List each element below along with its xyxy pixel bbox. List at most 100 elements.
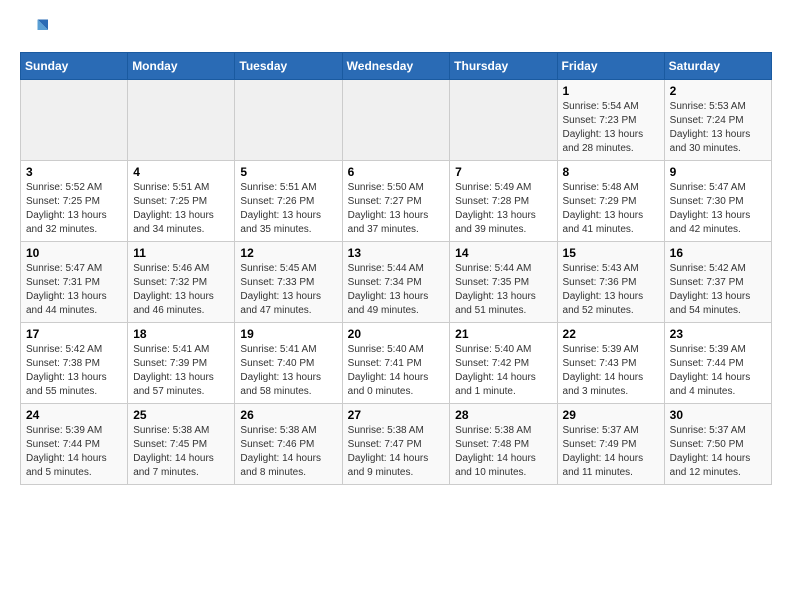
calendar-cell: 1 Sunrise: 5:54 AMSunset: 7:23 PMDaylight… bbox=[557, 80, 664, 161]
day-info: Sunrise: 5:51 AMSunset: 7:25 PMDaylight:… bbox=[133, 181, 229, 237]
calendar-week-row: 10 Sunrise: 5:47 AMSunset: 7:31 PMDayligh… bbox=[21, 242, 772, 323]
day-info: Sunrise: 5:54 AMSunset: 7:23 PMDaylight:… bbox=[563, 100, 659, 156]
calendar-cell: 12 Sunrise: 5:45 AMSunset: 7:33 PMDayligh… bbox=[235, 242, 342, 323]
calendar-cell: 9 Sunrise: 5:47 AMSunset: 7:30 PMDaylight… bbox=[664, 161, 771, 242]
calendar-table: SundayMondayTuesdayWednesdayThursdayFrid… bbox=[20, 52, 772, 485]
day-info: Sunrise: 5:37 AMSunset: 7:49 PMDaylight:… bbox=[563, 424, 659, 480]
logo bbox=[20, 16, 52, 44]
calendar-cell: 22 Sunrise: 5:39 AMSunset: 7:43 PMDayligh… bbox=[557, 323, 664, 404]
calendar-cell bbox=[235, 80, 342, 161]
day-number: 9 bbox=[670, 165, 766, 179]
calendar-cell: 18 Sunrise: 5:41 AMSunset: 7:39 PMDayligh… bbox=[128, 323, 235, 404]
weekday-header-thursday: Thursday bbox=[450, 53, 557, 80]
day-info: Sunrise: 5:39 AMSunset: 7:43 PMDaylight:… bbox=[563, 343, 659, 399]
calendar-cell: 21Sunrise: 5:40 AMSunset: 7:42 PMDayligh… bbox=[450, 323, 557, 404]
calendar-week-row: 17 Sunrise: 5:42 AMSunset: 7:38 PMDayligh… bbox=[21, 323, 772, 404]
day-number: 7 bbox=[455, 165, 551, 179]
calendar-cell: 16 Sunrise: 5:42 AMSunset: 7:37 PMDayligh… bbox=[664, 242, 771, 323]
day-number: 1 bbox=[563, 84, 659, 98]
day-number: 21 bbox=[455, 327, 551, 341]
weekday-header-saturday: Saturday bbox=[664, 53, 771, 80]
day-number: 13 bbox=[348, 246, 445, 260]
calendar-body: 1 Sunrise: 5:54 AMSunset: 7:23 PMDaylight… bbox=[21, 80, 772, 485]
day-number: 5 bbox=[240, 165, 336, 179]
day-number: 12 bbox=[240, 246, 336, 260]
calendar-cell: 8Sunrise: 5:48 AMSunset: 7:29 PMDaylight… bbox=[557, 161, 664, 242]
day-info: Sunrise: 5:39 AMSunset: 7:44 PMDaylight:… bbox=[670, 343, 766, 399]
day-number: 28 bbox=[455, 408, 551, 422]
day-info: Sunrise: 5:41 AMSunset: 7:39 PMDaylight:… bbox=[133, 343, 229, 399]
day-number: 27 bbox=[348, 408, 445, 422]
day-info: Sunrise: 5:47 AMSunset: 7:30 PMDaylight:… bbox=[670, 181, 766, 237]
day-number: 3 bbox=[26, 165, 122, 179]
day-number: 24 bbox=[26, 408, 122, 422]
day-info: Sunrise: 5:51 AMSunset: 7:26 PMDaylight:… bbox=[240, 181, 336, 237]
calendar-cell: 24 Sunrise: 5:39 AMSunset: 7:44 PMDayligh… bbox=[21, 404, 128, 485]
day-info: Sunrise: 5:38 AMSunset: 7:48 PMDaylight:… bbox=[455, 424, 551, 480]
calendar-cell: 27 Sunrise: 5:38 AMSunset: 7:47 PMDayligh… bbox=[342, 404, 450, 485]
day-info: Sunrise: 5:40 AMSunset: 7:41 PMDaylight:… bbox=[348, 343, 445, 399]
calendar-cell: 28 Sunrise: 5:38 AMSunset: 7:48 PMDayligh… bbox=[450, 404, 557, 485]
calendar-cell bbox=[21, 80, 128, 161]
weekday-header-friday: Friday bbox=[557, 53, 664, 80]
calendar-cell: 14Sunrise: 5:44 AMSunset: 7:35 PMDayligh… bbox=[450, 242, 557, 323]
weekday-header-wednesday: Wednesday bbox=[342, 53, 450, 80]
day-number: 6 bbox=[348, 165, 445, 179]
calendar-cell: 10 Sunrise: 5:47 AMSunset: 7:31 PMDayligh… bbox=[21, 242, 128, 323]
day-number: 11 bbox=[133, 246, 229, 260]
day-number: 8 bbox=[563, 165, 659, 179]
calendar-cell: 15 Sunrise: 5:43 AMSunset: 7:36 PMDayligh… bbox=[557, 242, 664, 323]
day-number: 30 bbox=[670, 408, 766, 422]
page-header bbox=[20, 16, 772, 44]
day-number: 15 bbox=[563, 246, 659, 260]
logo-icon bbox=[20, 16, 48, 44]
day-number: 29 bbox=[563, 408, 659, 422]
weekday-header-tuesday: Tuesday bbox=[235, 53, 342, 80]
calendar-header-row: SundayMondayTuesdayWednesdayThursdayFrid… bbox=[21, 53, 772, 80]
calendar-cell: 29 Sunrise: 5:37 AMSunset: 7:49 PMDayligh… bbox=[557, 404, 664, 485]
calendar-cell bbox=[128, 80, 235, 161]
weekday-header-monday: Monday bbox=[128, 53, 235, 80]
day-number: 22 bbox=[563, 327, 659, 341]
day-number: 26 bbox=[240, 408, 336, 422]
day-info: Sunrise: 5:53 AMSunset: 7:24 PMDaylight:… bbox=[670, 100, 766, 156]
day-number: 25 bbox=[133, 408, 229, 422]
calendar-cell: 17 Sunrise: 5:42 AMSunset: 7:38 PMDayligh… bbox=[21, 323, 128, 404]
calendar-cell: 19 Sunrise: 5:41 AMSunset: 7:40 PMDayligh… bbox=[235, 323, 342, 404]
day-info: Sunrise: 5:50 AMSunset: 7:27 PMDaylight:… bbox=[348, 181, 445, 237]
calendar-cell bbox=[342, 80, 450, 161]
calendar-week-row: 24 Sunrise: 5:39 AMSunset: 7:44 PMDayligh… bbox=[21, 404, 772, 485]
day-number: 16 bbox=[670, 246, 766, 260]
day-number: 2 bbox=[670, 84, 766, 98]
day-info: Sunrise: 5:39 AMSunset: 7:44 PMDaylight:… bbox=[26, 424, 122, 480]
day-info: Sunrise: 5:41 AMSunset: 7:40 PMDaylight:… bbox=[240, 343, 336, 399]
day-info: Sunrise: 5:49 AMSunset: 7:28 PMDaylight:… bbox=[455, 181, 551, 237]
weekday-header-sunday: Sunday bbox=[21, 53, 128, 80]
day-info: Sunrise: 5:37 AMSunset: 7:50 PMDaylight:… bbox=[670, 424, 766, 480]
calendar-cell: 2 Sunrise: 5:53 AMSunset: 7:24 PMDaylight… bbox=[664, 80, 771, 161]
day-number: 19 bbox=[240, 327, 336, 341]
day-info: Sunrise: 5:43 AMSunset: 7:36 PMDaylight:… bbox=[563, 262, 659, 318]
day-number: 20 bbox=[348, 327, 445, 341]
calendar-cell: 11 Sunrise: 5:46 AMSunset: 7:32 PMDayligh… bbox=[128, 242, 235, 323]
calendar-week-row: 3Sunrise: 5:52 AMSunset: 7:25 PMDaylight… bbox=[21, 161, 772, 242]
day-info: Sunrise: 5:47 AMSunset: 7:31 PMDaylight:… bbox=[26, 262, 122, 318]
day-info: Sunrise: 5:44 AMSunset: 7:35 PMDaylight:… bbox=[455, 262, 551, 318]
calendar-cell: 13 Sunrise: 5:44 AMSunset: 7:34 PMDayligh… bbox=[342, 242, 450, 323]
day-number: 10 bbox=[26, 246, 122, 260]
calendar-cell: 4Sunrise: 5:51 AMSunset: 7:25 PMDaylight… bbox=[128, 161, 235, 242]
day-info: Sunrise: 5:46 AMSunset: 7:32 PMDaylight:… bbox=[133, 262, 229, 318]
calendar-cell: 6 Sunrise: 5:50 AMSunset: 7:27 PMDaylight… bbox=[342, 161, 450, 242]
day-info: Sunrise: 5:38 AMSunset: 7:47 PMDaylight:… bbox=[348, 424, 445, 480]
day-number: 23 bbox=[670, 327, 766, 341]
day-number: 17 bbox=[26, 327, 122, 341]
day-info: Sunrise: 5:38 AMSunset: 7:46 PMDaylight:… bbox=[240, 424, 336, 480]
day-info: Sunrise: 5:42 AMSunset: 7:37 PMDaylight:… bbox=[670, 262, 766, 318]
day-info: Sunrise: 5:45 AMSunset: 7:33 PMDaylight:… bbox=[240, 262, 336, 318]
calendar-cell: 30 Sunrise: 5:37 AMSunset: 7:50 PMDayligh… bbox=[664, 404, 771, 485]
day-info: Sunrise: 5:38 AMSunset: 7:45 PMDaylight:… bbox=[133, 424, 229, 480]
day-info: Sunrise: 5:44 AMSunset: 7:34 PMDaylight:… bbox=[348, 262, 445, 318]
day-number: 18 bbox=[133, 327, 229, 341]
day-info: Sunrise: 5:42 AMSunset: 7:38 PMDaylight:… bbox=[26, 343, 122, 399]
calendar-cell: 23 Sunrise: 5:39 AMSunset: 7:44 PMDayligh… bbox=[664, 323, 771, 404]
